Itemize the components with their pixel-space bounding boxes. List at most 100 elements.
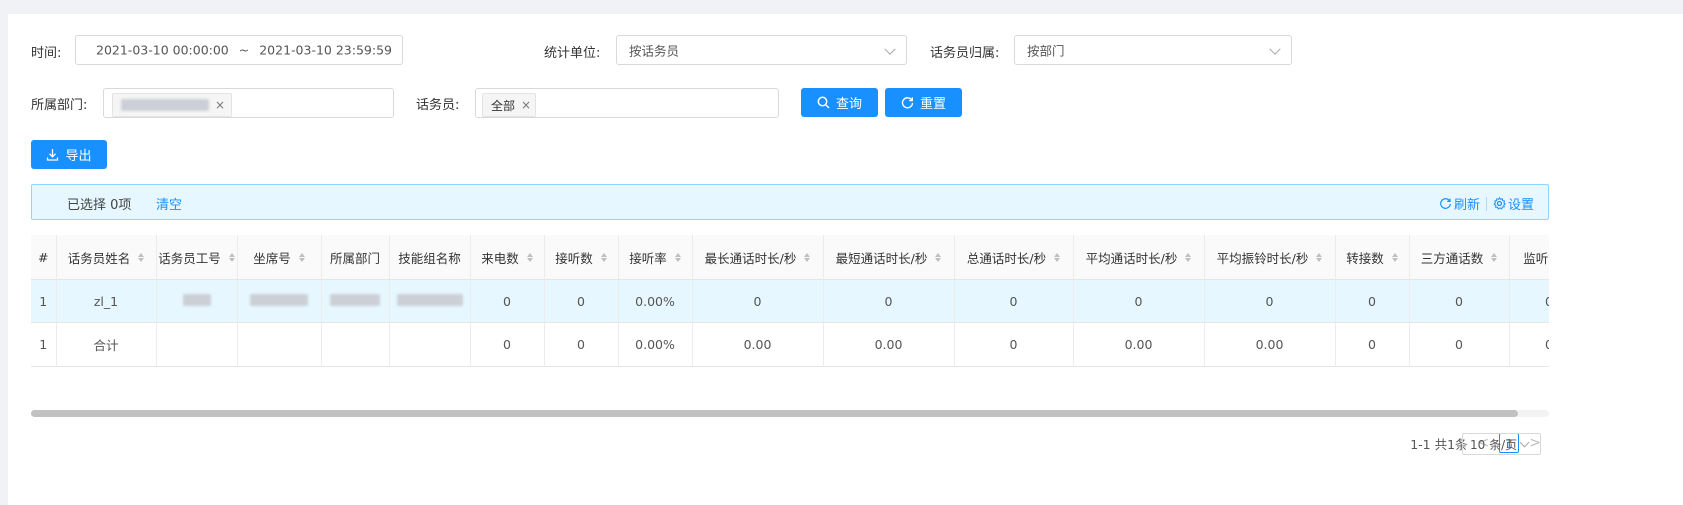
column-header[interactable]: 来电数 xyxy=(470,235,545,280)
dept-tag[interactable]: × xyxy=(112,93,232,117)
summary-cell: 0 xyxy=(954,322,1074,367)
sort-icon[interactable] xyxy=(138,252,145,262)
column-header: # xyxy=(31,235,57,280)
summary-cell: 0.00% xyxy=(618,322,693,367)
unit-label: 统计单位: xyxy=(544,46,601,61)
table-cell xyxy=(237,279,322,323)
sort-icon[interactable] xyxy=(298,252,305,262)
table-row[interactable]: 1zl_1000.00%00000000 xyxy=(31,279,1549,323)
agent-tag[interactable]: 全部 × xyxy=(482,93,537,117)
page-size-value: 10 条/页 xyxy=(1470,437,1518,452)
table-cell: 0 xyxy=(692,279,824,323)
table-cell: 1 xyxy=(31,279,57,323)
summary-cell xyxy=(389,322,471,367)
reset-button[interactable]: 重置 xyxy=(885,88,962,117)
chevron-down-icon xyxy=(884,43,896,55)
column-header-label: 平均通话时长/秒 xyxy=(1085,250,1178,266)
time-range-picker[interactable]: 2021-03-10 00:00:00 ~ 2021-03-10 23:59:5… xyxy=(75,35,403,65)
table-cell xyxy=(156,279,238,323)
summary-cell xyxy=(321,322,390,367)
column-header[interactable]: 总通话时长/秒 xyxy=(954,235,1074,280)
selected-count: 已选择 0项 xyxy=(67,198,132,213)
column-header[interactable]: 话务员姓名 xyxy=(56,235,157,280)
table-cell: 0 xyxy=(470,279,545,323)
export-button[interactable]: 导出 xyxy=(31,140,107,169)
unit-select[interactable]: 按话务员 xyxy=(616,35,907,65)
column-header[interactable]: 转接数 xyxy=(1335,235,1410,280)
sort-icon[interactable] xyxy=(1491,252,1498,262)
redacted-value xyxy=(396,293,463,306)
column-header-label: 所属部门 xyxy=(329,250,380,266)
time-separator: ~ xyxy=(238,42,250,58)
column-header[interactable]: 接听数 xyxy=(544,235,619,280)
table: # 话务员姓名 话务员工号 坐席号 所属部门 技能组名称 来电数 接听数 接听率 最长通话时长/秒… xyxy=(31,235,1549,367)
agent-tag-label: 全部 xyxy=(491,98,516,113)
summary-cell: 1 xyxy=(31,322,57,367)
reset-label: 重置 xyxy=(919,97,946,112)
sort-icon[interactable] xyxy=(1054,252,1061,262)
query-button[interactable]: 查询 xyxy=(801,88,878,117)
column-header-label: 转接数 xyxy=(1346,250,1384,266)
summary-cell xyxy=(237,322,322,367)
summary-cell: 0 xyxy=(1335,322,1410,367)
close-icon[interactable]: × xyxy=(521,98,531,112)
column-header[interactable]: 最短通话时长/秒 xyxy=(823,235,955,280)
column-header-label: 坐席号 xyxy=(253,250,291,266)
total-count: 1-1 共1条 xyxy=(1410,436,1468,452)
column-header[interactable]: 话务员工号 xyxy=(156,235,238,280)
column-header[interactable]: 三方通话数 xyxy=(1409,235,1510,280)
table-cell: 0 xyxy=(1409,279,1510,323)
column-header[interactable]: 最长通话时长/秒 xyxy=(692,235,824,280)
reload-icon xyxy=(901,97,914,109)
sort-icon[interactable] xyxy=(1391,252,1398,262)
redacted-value xyxy=(250,293,308,306)
sort-icon[interactable] xyxy=(1185,252,1192,262)
gear-icon xyxy=(1493,197,1506,210)
owner-label: 话务员归属: xyxy=(930,46,1000,61)
sort-icon[interactable] xyxy=(935,252,942,262)
summary-cell: 合计 xyxy=(56,322,157,367)
sort-icon[interactable] xyxy=(674,252,681,262)
agent-multiselect[interactable]: 全部 × xyxy=(475,88,779,118)
sort-icon[interactable] xyxy=(228,252,235,262)
stats-table: # 话务员姓名 话务员工号 坐席号 所属部门 技能组名称 来电数 接听数 接听率 最长通话时长/秒… xyxy=(31,235,1549,367)
chevron-down-icon xyxy=(1269,43,1281,55)
sort-icon[interactable] xyxy=(804,252,811,262)
summary-cell: 0.00 xyxy=(823,322,955,367)
refresh-icon xyxy=(1440,198,1451,209)
chevron-down-icon xyxy=(1519,437,1530,447)
sort-icon[interactable] xyxy=(600,252,607,262)
sort-icon[interactable] xyxy=(1316,252,1323,262)
table-cell: 0 xyxy=(1509,279,1549,323)
page-size-select[interactable]: 10 条/页 xyxy=(1462,433,1541,455)
search-icon xyxy=(817,96,830,109)
selection-alert: 已选择 0项 清空 刷新 设置 xyxy=(31,184,1549,220)
refresh-label: 刷新 xyxy=(1453,198,1480,213)
close-icon[interactable]: × xyxy=(215,98,225,112)
settings-button[interactable]: 设置 xyxy=(1493,194,1534,213)
table-cell: 0 xyxy=(1335,279,1410,323)
time-label: 时间: xyxy=(31,46,62,61)
owner-value: 按部门 xyxy=(1027,43,1065,59)
column-header-label: 话务员工号 xyxy=(158,250,221,266)
table-cell: 0 xyxy=(823,279,955,323)
column-header[interactable]: 接听率 xyxy=(618,235,693,280)
owner-select[interactable]: 按部门 xyxy=(1014,35,1292,65)
column-header[interactable]: 监听数 xyxy=(1509,235,1549,280)
sort-icon[interactable] xyxy=(526,252,533,262)
dept-multiselect[interactable]: × xyxy=(103,88,394,118)
dept-tag-redacted xyxy=(121,99,209,111)
column-header-label: 平均振铃时长/秒 xyxy=(1216,250,1309,266)
unit-value: 按话务员 xyxy=(629,43,680,59)
time-end: 2021-03-10 23:59:59 xyxy=(259,42,392,58)
refresh-button[interactable]: 刷新 xyxy=(1439,194,1480,213)
column-header[interactable]: 平均通话时长/秒 xyxy=(1073,235,1205,280)
column-header[interactable]: 平均振铃时长/秒 xyxy=(1204,235,1336,280)
table-header: # 话务员姓名 话务员工号 坐席号 所属部门 技能组名称 来电数 接听数 接听率 最长通话时长/秒… xyxy=(31,235,1549,280)
table-cell xyxy=(389,279,471,323)
column-header-label: 最长通话时长/秒 xyxy=(704,250,797,266)
horizontal-scrollbar-thumb[interactable] xyxy=(31,410,1518,417)
column-header[interactable]: 坐席号 xyxy=(237,235,322,280)
redacted-value xyxy=(330,293,380,306)
clear-link[interactable]: 清空 xyxy=(156,194,182,213)
